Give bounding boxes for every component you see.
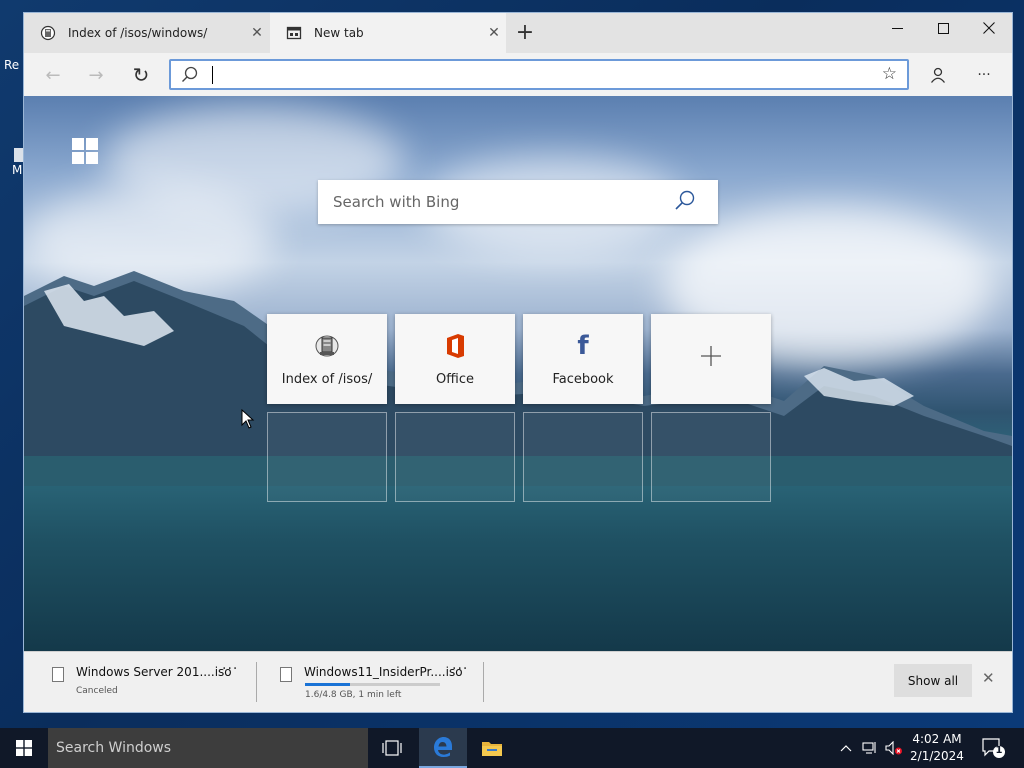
close-window-button[interactable] — [966, 13, 1012, 43]
taskbar-file-explorer-button[interactable] — [468, 728, 516, 768]
tab-new-tab[interactable]: New tab ✕ — [270, 13, 506, 53]
refresh-button[interactable]: ↻ — [127, 62, 155, 88]
text-caret — [212, 66, 213, 84]
server-icon — [267, 332, 387, 360]
taskbar-edge-button[interactable] — [419, 728, 467, 768]
taskbar-search-input[interactable] — [56, 738, 356, 758]
download-progress-fill — [305, 683, 350, 686]
tile-label: Index of /isos/ — [281, 372, 373, 387]
empty-tile-slot[interactable] — [651, 412, 771, 502]
empty-tile-slot[interactable] — [267, 412, 387, 502]
bing-search-box[interactable] — [318, 180, 718, 224]
divider — [483, 662, 484, 702]
network-icon[interactable] — [860, 728, 880, 768]
back-button[interactable]: ← — [39, 62, 67, 88]
close-tab-icon[interactable]: ✕ — [245, 25, 269, 41]
windows-start-icon — [16, 740, 32, 756]
new-tab-button[interactable]: + — [512, 21, 538, 47]
download-status: 1.6/4.8 GB, 1 min left — [305, 690, 402, 700]
download-progress-area: 1.6/4.8 GB, 1 min left — [24, 652, 484, 712]
tab-label: New tab — [314, 26, 364, 40]
notification-count-badge: 1 — [995, 745, 1003, 756]
maximize-button[interactable] — [920, 13, 966, 43]
minimize-icon — [891, 27, 903, 29]
user-icon — [930, 67, 946, 83]
desktop-icon-label[interactable]: M — [12, 163, 22, 177]
more-options-button[interactable]: ··· — [970, 62, 998, 88]
browser-toolbar: ← → ↻ ☆ ··· — [24, 53, 1012, 96]
taskbar: 4:02 AM 2/1/2024 1 — [0, 728, 1024, 768]
download-progress-bar — [305, 683, 440, 686]
chevron-up-icon — [840, 745, 852, 752]
new-tab-page: Index of /isos/ Office f Facebook — [24, 96, 1012, 651]
desktop-icon-label[interactable]: Re — [4, 58, 19, 72]
taskbar-clock[interactable]: 4:02 AM 2/1/2024 — [902, 731, 972, 765]
download-bar: Windows Server 201....iso Canceled ··· W… — [24, 651, 1012, 712]
address-bar[interactable]: ☆ — [169, 59, 909, 90]
maximize-icon — [937, 22, 949, 34]
browser-window: Index of /isos/windows/ ✕ New tab ✕ + ← … — [23, 12, 1013, 713]
mouse-cursor-icon — [241, 409, 255, 429]
clock-date: 2/1/2024 — [910, 749, 964, 763]
top-site-tile[interactable]: Index of /isos/ — [267, 314, 387, 404]
close-download-bar-icon[interactable]: ✕ — [982, 669, 995, 687]
edge-icon — [434, 737, 452, 757]
top-site-tile[interactable]: f Facebook — [523, 314, 643, 404]
tile-label: Facebook — [552, 372, 614, 387]
windows-logo-icon — [72, 138, 98, 164]
address-input[interactable] — [209, 64, 859, 86]
tile-label: Office — [436, 372, 474, 387]
search-icon — [182, 66, 198, 82]
tab-label: Index of /isos/windows/ — [68, 26, 208, 40]
start-button[interactable] — [0, 728, 48, 768]
clock-time: 4:02 AM — [912, 732, 962, 746]
newtab-page-icon — [286, 25, 302, 41]
add-site-tile[interactable] — [651, 314, 771, 404]
office-icon — [395, 332, 515, 360]
volume-muted-icon[interactable] — [884, 728, 904, 768]
favorite-star-icon[interactable]: ☆ — [882, 64, 897, 84]
top-site-tile[interactable]: Office — [395, 314, 515, 404]
empty-tile-slot[interactable] — [395, 412, 515, 502]
bing-search-input[interactable] — [333, 191, 663, 213]
add-icon — [651, 342, 771, 370]
show-all-downloads-button[interactable]: Show all — [894, 664, 972, 697]
close-icon — [983, 22, 995, 34]
tab-strip: Index of /isos/windows/ ✕ New tab ✕ + — [24, 13, 1012, 53]
show-hidden-icons-chevron[interactable] — [836, 728, 856, 768]
action-center-button[interactable]: 1 — [980, 736, 1006, 760]
task-view-icon — [382, 740, 402, 756]
search-icon[interactable] — [674, 190, 696, 212]
minimize-button[interactable] — [874, 13, 920, 43]
forward-button[interactable]: → — [82, 62, 110, 88]
facebook-icon: f — [577, 331, 589, 361]
folder-icon — [482, 742, 502, 756]
mountain-landscape — [24, 271, 1012, 486]
close-tab-icon[interactable]: ✕ — [482, 25, 506, 41]
task-view-button[interactable] — [368, 728, 416, 768]
taskbar-search-box[interactable] — [48, 728, 368, 768]
profile-button[interactable] — [924, 62, 952, 88]
tab-index-of-isos[interactable]: Index of /isos/windows/ ✕ — [24, 13, 269, 53]
server-icon — [40, 25, 56, 41]
empty-tile-slot[interactable] — [523, 412, 643, 502]
